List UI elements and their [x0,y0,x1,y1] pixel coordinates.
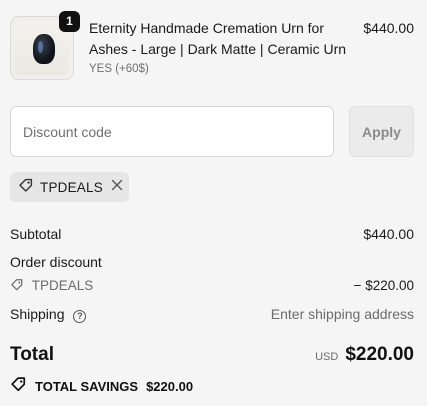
shipping-row: Shipping ? Enter shipping address [10,306,414,323]
order-discount-label: Order discount [10,254,102,270]
discount-code-row: TPDEALS − $220.00 [10,278,414,295]
discount-code-input[interactable] [10,106,334,157]
currency-code: USD [315,351,339,363]
savings-value: $220.00 [146,378,194,394]
tag-icon [18,177,34,198]
applied-discount-chip: TPDEALS [10,172,129,202]
urn-image [33,34,55,64]
shipping-label: Shipping [10,306,65,322]
close-icon[interactable] [111,179,123,195]
product-price: $440.00 [363,20,414,36]
subtotal-row: Subtotal $440.00 [10,226,414,242]
total-value: $220.00 [345,344,414,365]
product-title: Eternity Handmade Cremation Urn for Ashe… [89,20,347,57]
savings-label: TOTAL SAVINGS [35,378,139,394]
line-item: 1 Eternity Handmade Cremation Urn for As… [10,11,417,82]
total-label: Total [10,344,54,365]
discount-value: − $220.00 [353,278,414,293]
applied-discount-code: TPDEALS [40,179,103,195]
quantity-badge: 1 [59,11,80,32]
help-icon[interactable]: ? [73,310,87,323]
tag-icon [10,376,27,396]
subtotal-value: $440.00 [363,226,414,242]
total-row: Total USD $220.00 [10,344,414,366]
apply-button[interactable]: Apply [349,106,414,157]
order-discount-row: Order discount [10,254,414,270]
shipping-value: Enter shipping address [270,306,414,322]
total-savings: TOTAL SAVINGS $220.00 [10,376,193,396]
tag-icon [10,278,24,295]
product-variant: YES (+60$) [89,63,149,75]
subtotal-label: Subtotal [10,226,62,242]
discount-code-label: TPDEALS [31,278,94,293]
